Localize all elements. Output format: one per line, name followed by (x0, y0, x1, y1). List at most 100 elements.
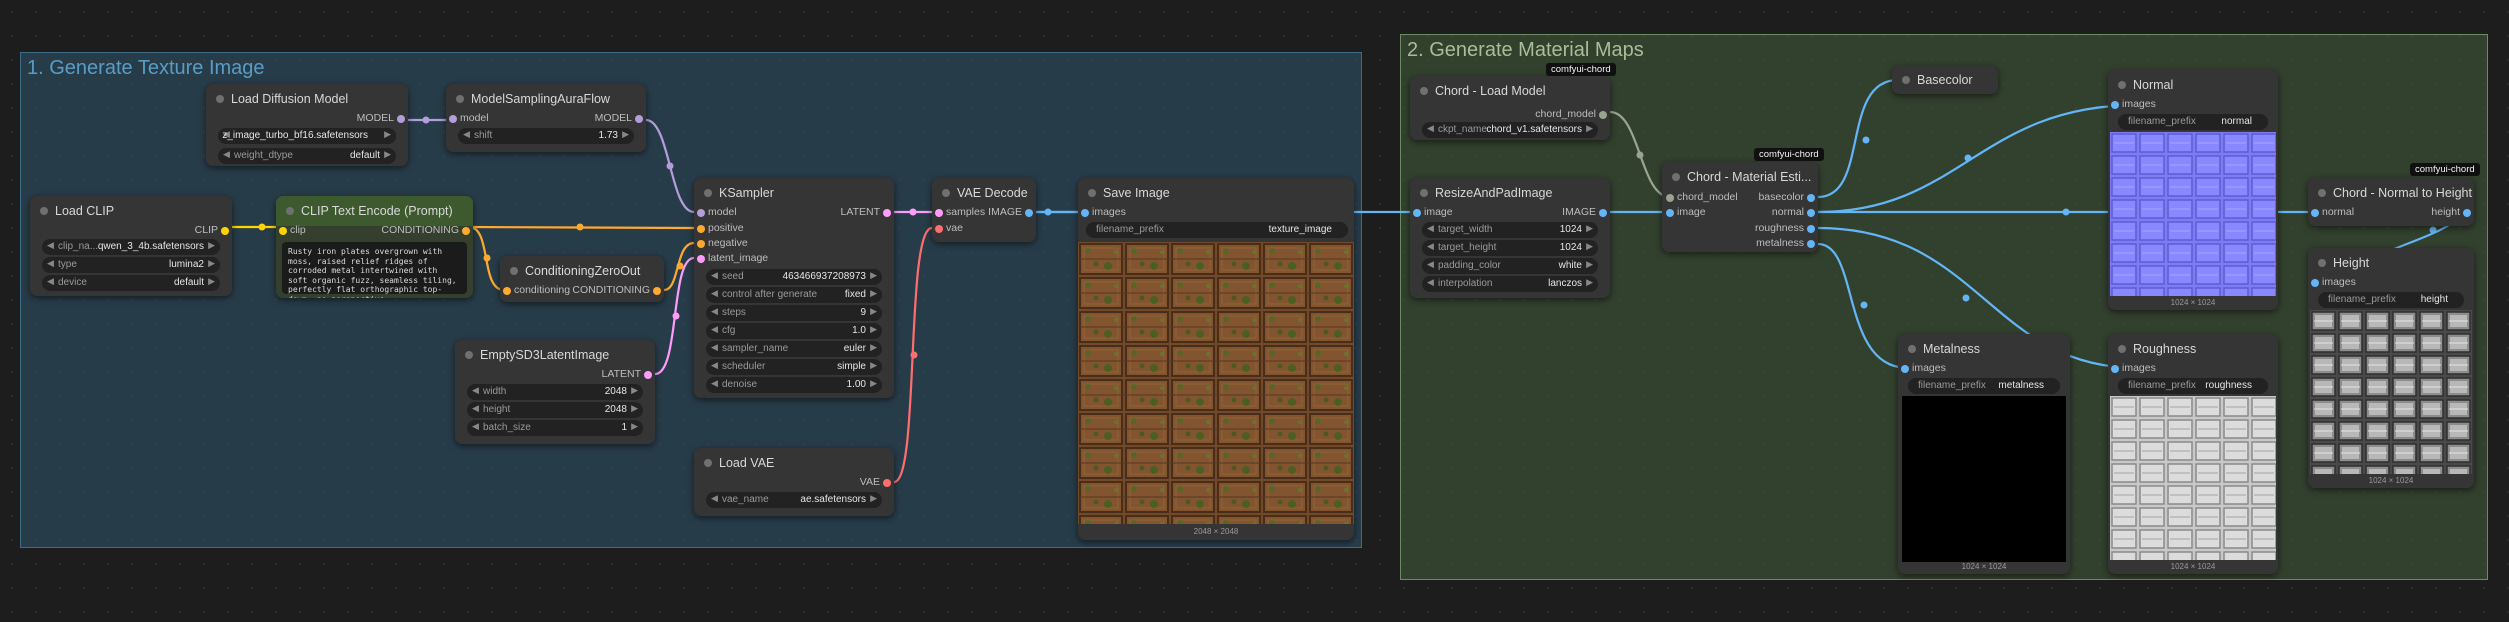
node-header[interactable]: ResizeAndPadImage (1410, 178, 1610, 208)
input-socket-positive[interactable] (697, 225, 705, 233)
node-normal-preview[interactable]: Normal images filename_prefix normal 1024… (2108, 70, 2278, 310)
node-header[interactable]: Height (2308, 248, 2474, 278)
input-socket-model[interactable] (697, 209, 705, 217)
widget-type[interactable]: ◀ type lumina2 ▶ (42, 257, 220, 273)
widget-seed[interactable]: ◀ seed 463466937208973 ▶ (706, 269, 882, 285)
input-socket-clip[interactable] (279, 227, 287, 235)
collapse-dot-icon[interactable] (2318, 189, 2326, 197)
node-header[interactable]: Roughness (2108, 334, 2278, 364)
node-header[interactable]: ConditioningZeroOut (500, 256, 664, 286)
widget-shift[interactable]: ◀ shift 1.73 ▶ (458, 128, 634, 144)
node-model-sampling-auraflow[interactable]: ModelSamplingAuraFlow model MODEL ◀ shift… (446, 84, 646, 152)
input-socket-normal[interactable] (2311, 209, 2319, 217)
node-header[interactable]: Load CLIP (30, 196, 232, 226)
collapse-dot-icon[interactable] (1420, 87, 1428, 95)
input-socket-images[interactable] (2111, 365, 2119, 373)
output-socket-image[interactable] (1599, 209, 1607, 217)
widget-padding-color[interactable]: ◀ padding_color white ▶ (1422, 258, 1598, 274)
collapse-dot-icon[interactable] (216, 95, 224, 103)
node-resize-and-pad-image[interactable]: ResizeAndPadImage image IMAGE ◀ target_wi… (1410, 178, 1610, 298)
collapse-dot-icon[interactable] (704, 189, 712, 197)
widget-denoise[interactable]: ◀ denoise 1.00 ▶ (706, 377, 882, 393)
collapse-dot-icon[interactable] (1420, 189, 1428, 197)
widget-scheduler[interactable]: ◀ scheduler simple ▶ (706, 359, 882, 375)
input-socket-images[interactable] (1901, 365, 1909, 373)
widget-width[interactable]: ◀ width 2048 ▶ (467, 384, 643, 400)
input-socket-samples[interactable] (935, 209, 943, 217)
node-roughness-preview[interactable]: Roughness images filename_prefix roughnes… (2108, 334, 2278, 574)
input-socket-images[interactable] (2111, 101, 2119, 109)
widget-filename-prefix[interactable]: filename_prefix normal (2118, 114, 2268, 130)
widget-filename-prefix[interactable]: filename_prefix metalness (1908, 378, 2060, 394)
output-socket-height[interactable] (2463, 209, 2471, 217)
node-clip-text-encode[interactable]: CLIP Text Encode (Prompt) clip CONDITION… (276, 196, 473, 298)
node-load-clip[interactable]: Load CLIP CLIP ◀ clip_na... qwen_3_4b.safe… (30, 196, 232, 296)
input-socket-conditioning[interactable] (503, 287, 511, 295)
widget-filename-prefix[interactable]: filename_prefix height (2318, 292, 2464, 308)
widget-batch-size[interactable]: ◀ batch_size 1 ▶ (467, 420, 643, 436)
collapse-dot-icon[interactable] (942, 189, 950, 197)
input-socket-chord-model[interactable] (1666, 194, 1674, 202)
node-metalness-preview[interactable]: Metalness images filename_prefix metalnes… (1898, 334, 2070, 574)
node-header[interactable]: Basecolor (1892, 66, 1998, 94)
output-socket-roughness[interactable] (1807, 225, 1815, 233)
input-socket-negative[interactable] (697, 240, 705, 248)
collapse-dot-icon[interactable] (1908, 345, 1916, 353)
input-socket-images[interactable] (1081, 209, 1089, 217)
input-socket-image[interactable] (1413, 209, 1421, 217)
output-socket-latent[interactable] (883, 209, 891, 217)
widget-cfg[interactable]: ◀ cfg 1.0 ▶ (706, 323, 882, 339)
widget-clip-name[interactable]: ◀ clip_na... qwen_3_4b.safetensors ▶ (42, 239, 220, 255)
output-socket-image[interactable] (1025, 209, 1033, 217)
output-socket-normal[interactable] (1807, 209, 1815, 217)
collapse-dot-icon[interactable] (1088, 189, 1096, 197)
collapse-dot-icon[interactable] (2318, 259, 2326, 267)
node-chord-load-model[interactable]: Chord - Load Model chord_model ◀ ckpt_nam… (1410, 76, 1610, 140)
collapse-dot-icon[interactable] (465, 351, 473, 359)
node-header[interactable]: Load VAE (694, 448, 894, 478)
node-load-vae[interactable]: Load VAE VAE ◀ vae_name ae.safetensors ▶ (694, 448, 894, 516)
node-header[interactable]: VAE Decode (932, 178, 1036, 208)
node-basecolor-preview[interactable]: Basecolor (1892, 66, 1998, 94)
widget-device[interactable]: ◀ device default ▶ (42, 275, 220, 291)
widget-interpolation[interactable]: ◀ interpolation lanczos ▶ (1422, 276, 1598, 292)
output-socket-latent[interactable] (644, 371, 652, 379)
widget-target-width[interactable]: ◀ target_width 1024 ▶ (1422, 222, 1598, 238)
node-header[interactable]: Metalness (1898, 334, 2070, 364)
node-chord-material-estimation[interactable]: Chord - Material Esti... chord_model ima… (1662, 162, 1818, 252)
collapse-dot-icon[interactable] (1672, 173, 1680, 181)
output-socket-basecolor[interactable] (1807, 194, 1815, 202)
node-header[interactable]: Normal (2108, 70, 2278, 100)
input-socket-model[interactable] (449, 115, 457, 123)
input-socket-latent-image[interactable] (697, 255, 705, 263)
widget-sampler-name[interactable]: ◀ sampler_name euler ▶ (706, 341, 882, 357)
node-header[interactable]: Save Image (1078, 178, 1354, 208)
widget-vae-name[interactable]: ◀ vae_name ae.safetensors ▶ (706, 492, 882, 508)
prompt-textarea[interactable]: Rusty iron plates overgrown with moss, r… (282, 242, 467, 298)
output-socket-clip[interactable] (221, 227, 229, 235)
widget-control-after-generate[interactable]: ◀ control after generate fixed ▶ (706, 287, 882, 303)
output-socket-conditioning[interactable] (653, 287, 661, 295)
output-socket-model[interactable] (397, 115, 405, 123)
output-socket-vae[interactable] (883, 479, 891, 487)
input-socket-images[interactable] (2311, 279, 2319, 287)
widget-filename-prefix[interactable]: filename_prefix roughness (2118, 378, 2268, 394)
collapse-dot-icon[interactable] (40, 207, 48, 215)
output-socket-model[interactable] (635, 115, 643, 123)
output-socket-chord-model[interactable] (1599, 111, 1607, 119)
widget-weight-dtype[interactable]: ◀ weight_dtype default ▶ (218, 148, 396, 164)
node-height-preview[interactable]: Height images filename_prefix height 1024… (2308, 248, 2474, 488)
node-header[interactable]: CLIP Text Encode (Prompt) (276, 196, 473, 226)
node-header[interactable]: Load Diffusion Model (206, 84, 408, 114)
node-chord-normal-to-height[interactable]: Chord - Normal to Height normal height (2308, 178, 2474, 226)
node-vae-decode[interactable]: VAE Decode samples vae IMAGE (932, 178, 1036, 242)
widget-filename-prefix[interactable]: filename_prefix texture_image (1086, 222, 1348, 238)
collapse-dot-icon[interactable] (2118, 345, 2126, 353)
collapse-dot-icon[interactable] (2118, 81, 2126, 89)
widget-steps[interactable]: ◀ steps 9 ▶ (706, 305, 882, 321)
node-header[interactable]: ModelSamplingAuraFlow (446, 84, 646, 114)
input-socket-vae[interactable] (935, 225, 943, 233)
node-ksampler[interactable]: KSampler model positive negative latent_… (694, 178, 894, 398)
widget-target-height[interactable]: ◀ target_height 1024 ▶ (1422, 240, 1598, 256)
output-socket-metalness[interactable] (1807, 240, 1815, 248)
